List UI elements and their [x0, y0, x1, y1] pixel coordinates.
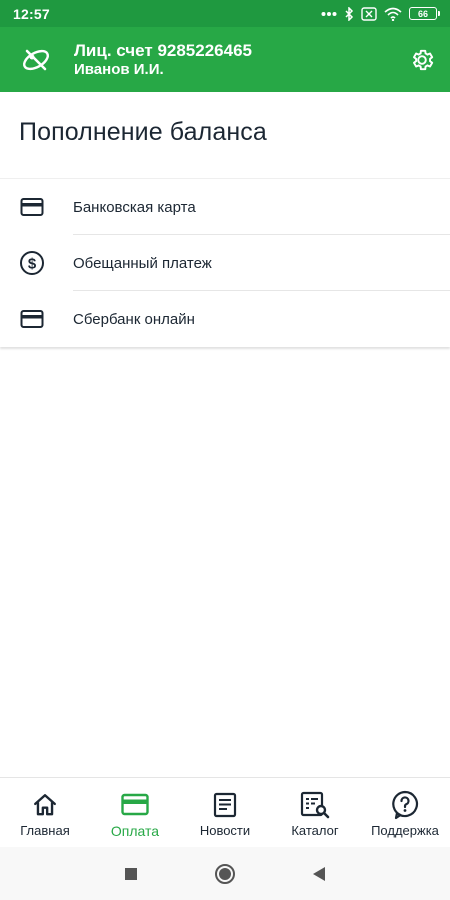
- svg-text:$: $: [28, 256, 37, 273]
- account-info: Лиц. счет 9285226465 Иванов И.И.: [74, 41, 398, 79]
- nav-payment[interactable]: Оплата: [90, 778, 180, 847]
- status-icons: 66: [321, 6, 440, 21]
- nav-support[interactable]: Поддержка: [360, 778, 450, 847]
- nav-news[interactable]: Новости: [180, 778, 270, 847]
- bluetooth-icon: [344, 6, 354, 21]
- credit-card-icon: [121, 790, 149, 820]
- battery-level: 66: [409, 7, 437, 20]
- nav-label: Каталог: [291, 823, 339, 838]
- option-label: Банковская карта: [73, 198, 196, 216]
- bottom-navigation: Главная Оплата Новости Каталог Поддержка: [0, 777, 450, 847]
- back-icon[interactable]: [312, 866, 326, 882]
- dots-icon: [321, 11, 337, 17]
- option-bank-card[interactable]: Банковская карта: [0, 179, 450, 235]
- option-label: Обещанный платеж: [73, 254, 212, 272]
- status-time: 12:57: [13, 5, 50, 22]
- news-icon: [213, 790, 237, 820]
- credit-card-icon: [19, 194, 45, 220]
- gear-icon[interactable]: [398, 36, 446, 84]
- home-circle-icon[interactable]: [214, 863, 236, 885]
- nav-catalog[interactable]: Каталог: [270, 778, 360, 847]
- wifi-icon: [384, 7, 402, 21]
- account-number: Лиц. счет 9285226465: [74, 40, 252, 60]
- dollar-circle-icon: $: [19, 250, 45, 276]
- catalog-search-icon: [300, 790, 330, 820]
- help-icon: [391, 790, 419, 820]
- system-navigation-bar: [0, 847, 450, 900]
- recents-icon[interactable]: [124, 867, 138, 881]
- nav-home[interactable]: Главная: [0, 778, 90, 847]
- option-label: Сбербанк онлайн: [73, 310, 195, 328]
- nav-label: Новости: [199, 823, 251, 838]
- option-promised-payment[interactable]: $ Обещанный платеж: [0, 235, 450, 291]
- credit-card-icon: [19, 306, 45, 332]
- option-sberbank-online[interactable]: Сбербанк онлайн: [0, 291, 450, 347]
- home-icon: [32, 790, 58, 820]
- status-bar: 12:57 66: [0, 0, 450, 27]
- nav-label: Поддержка: [371, 823, 439, 838]
- app-header: Лиц. счет 9285226465 Иванов И.И.: [0, 27, 450, 92]
- battery-icon: 66: [409, 7, 440, 20]
- payment-options-list: Банковская карта $ Обещанный платеж Сбер…: [0, 178, 450, 347]
- sim-off-icon: [361, 6, 377, 21]
- page-title: Пополнение баланса: [19, 118, 267, 146]
- nav-label: Оплата: [110, 823, 160, 839]
- operator-logo-icon[interactable]: [16, 40, 56, 80]
- nav-label: Главная: [20, 823, 70, 838]
- user-name: Иванов И.И.: [74, 60, 164, 78]
